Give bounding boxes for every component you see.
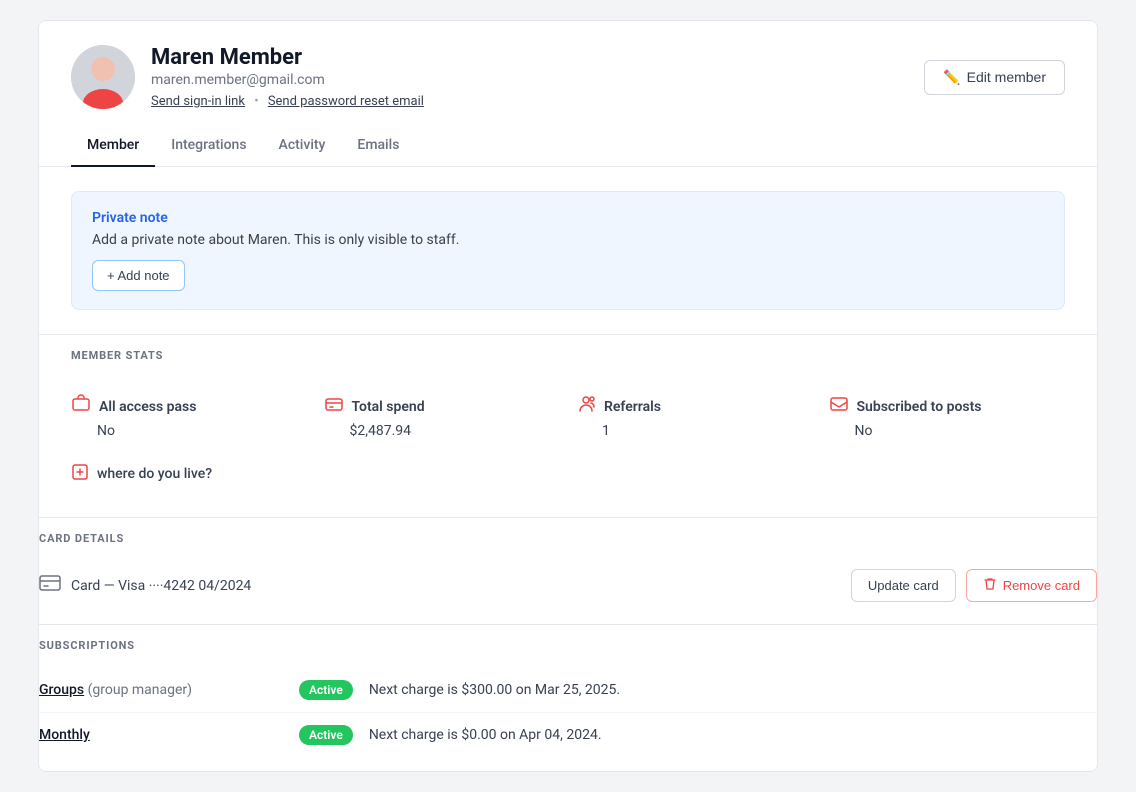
add-note-button[interactable]: + Add note (92, 260, 185, 291)
custom-field-where-do-you-live: where do you live? (71, 455, 1065, 493)
tab-member[interactable]: Member (71, 125, 155, 167)
private-note-box: Private note Add a private note about Ma… (71, 191, 1065, 310)
referrals-icon (576, 394, 596, 419)
stat-total-spend: Total spend $2,487.94 (324, 394, 561, 439)
trash-icon (983, 577, 997, 594)
subscribed-posts-title: Subscribed to posts (857, 399, 982, 415)
total-spend-value: $2,487.94 (324, 423, 561, 439)
custom-field-icon (71, 463, 89, 485)
card-details-label: CARD DETAILS (39, 532, 1097, 545)
member-email: maren.member@gmail.com (151, 72, 424, 88)
header-info: Maren Member maren.member@gmail.com Send… (151, 45, 424, 109)
tab-integrations[interactable]: Integrations (155, 125, 262, 167)
member-name: Maren Member (151, 45, 424, 70)
referrals-title: Referrals (604, 399, 661, 415)
subscription-groups-next-charge: Next charge is $300.00 on Mar 25, 2025. (369, 682, 1097, 698)
tab-activity[interactable]: Activity (263, 125, 342, 167)
remove-card-button[interactable]: Remove card (966, 569, 1097, 602)
credit-card-icon (39, 574, 61, 597)
subscribed-posts-icon (829, 394, 849, 419)
private-note-title: Private note (92, 210, 1044, 226)
subscription-groups-suffix: (group manager) (88, 682, 192, 698)
custom-field-label: where do you live? (97, 466, 212, 482)
subscriptions-label: SUBSCRIPTIONS (39, 639, 1097, 652)
main-content: Private note Add a private note about Ma… (39, 167, 1097, 517)
subscription-monthly-status: Active (299, 725, 353, 745)
card-info-text: Card — Visa ····4242 04/2024 (71, 578, 251, 594)
tabs-bar: Member Integrations Activity Emails (39, 125, 1097, 167)
card-info-row: Card — Visa ····4242 04/2024 Update card… (39, 561, 1097, 610)
member-stats-section: MEMBER STATS All access pass No (39, 334, 1097, 493)
sign-in-link[interactable]: Send sign-in link (151, 94, 245, 109)
stats-grid: All access pass No Tot (71, 378, 1065, 455)
all-access-title: All access pass (99, 399, 196, 415)
member-card: Maren Member maren.member@gmail.com Send… (38, 20, 1098, 772)
password-reset-link[interactable]: Send password reset email (268, 94, 424, 109)
referrals-value: 1 (576, 423, 813, 439)
subscription-row-monthly: Monthly Active Next charge is $0.00 on A… (39, 713, 1097, 757)
total-spend-title: Total spend (352, 399, 425, 415)
subscription-groups-status: Active (299, 680, 353, 700)
subscribed-posts-value: No (829, 423, 1066, 439)
edit-button-label: Edit member (967, 69, 1046, 85)
dot-separator: • (254, 94, 258, 109)
subscription-row-groups: Groups (group manager) Active Next charg… (39, 668, 1097, 713)
private-note-description: Add a private note about Maren. This is … (92, 232, 1044, 248)
avatar (71, 45, 135, 109)
card-actions: Update card Remove card (851, 569, 1097, 602)
subscriptions-section: SUBSCRIPTIONS Groups (group manager) Act… (38, 624, 1098, 771)
header-links: Send sign-in link • Send password reset … (151, 94, 424, 109)
remove-card-label: Remove card (1003, 578, 1080, 593)
stat-referrals: Referrals 1 (576, 394, 813, 439)
member-header: Maren Member maren.member@gmail.com Send… (39, 21, 1097, 109)
all-access-value: No (71, 423, 308, 439)
subscription-monthly-link[interactable]: Monthly (39, 727, 90, 743)
tab-emails[interactable]: Emails (341, 125, 415, 167)
edit-icon: ✏️ (943, 69, 960, 86)
member-stats-label: MEMBER STATS (71, 349, 1065, 362)
edit-member-button[interactable]: ✏️ Edit member (924, 60, 1065, 95)
header-left: Maren Member maren.member@gmail.com Send… (71, 45, 424, 109)
stat-subscribed-posts: Subscribed to posts No (829, 394, 1066, 439)
stat-all-access-pass: All access pass No (71, 394, 308, 439)
subscription-monthly-next-charge: Next charge is $0.00 on Apr 04, 2024. (369, 727, 1097, 743)
subscription-groups-link[interactable]: Groups (39, 682, 84, 698)
all-access-icon (71, 394, 91, 419)
card-details-section: CARD DETAILS Card — Visa ····4242 04/202… (38, 517, 1098, 624)
update-card-button[interactable]: Update card (851, 569, 956, 602)
total-spend-icon (324, 394, 344, 419)
